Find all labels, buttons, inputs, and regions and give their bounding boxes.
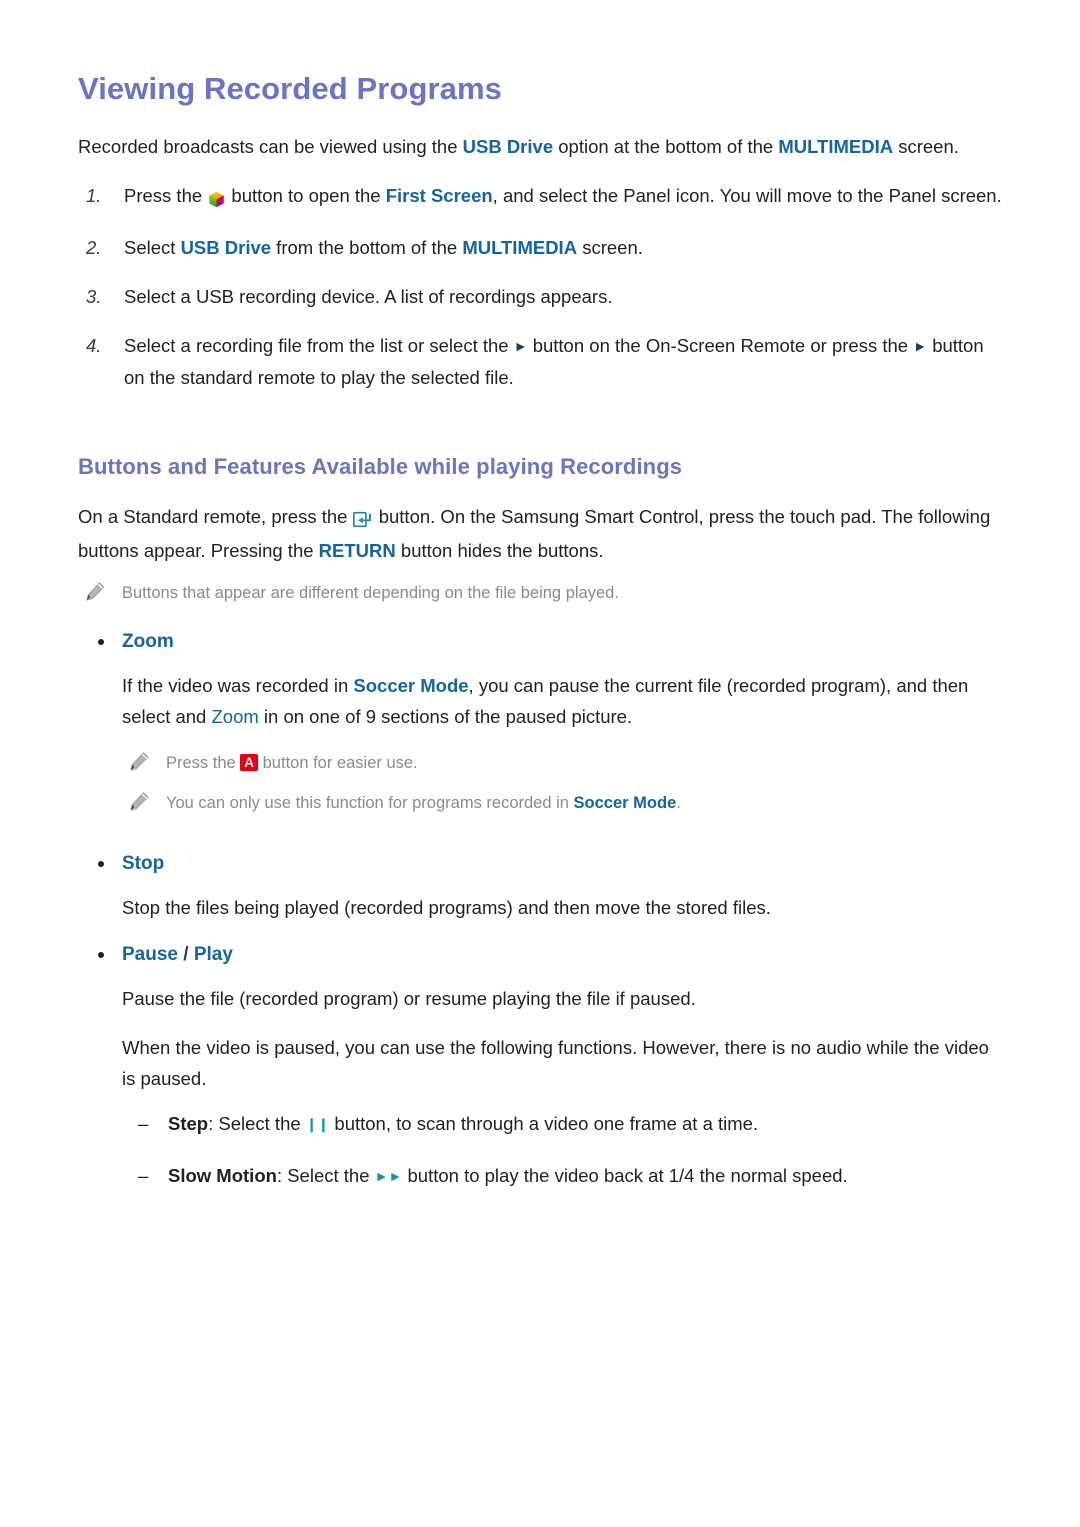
note-a-part2: button for easier use.: [258, 754, 418, 773]
section-intro-paragraph: On a Standard remote, press the button. …: [78, 501, 1002, 566]
step-number: 1.: [86, 184, 102, 206]
bullet-dot-icon: [98, 861, 104, 868]
bullet-dot-icon: [98, 952, 104, 959]
term-usb-drive: USB Drive: [462, 135, 554, 157]
intro-text-part1: Recorded broadcasts can be viewed using …: [78, 135, 463, 157]
step2-text-b: from the bottom of the: [271, 236, 463, 258]
feature-stop-paragraph: Stop the files being played (recorded pr…: [122, 897, 771, 919]
enter-key-icon: [352, 504, 374, 535]
subitem-step-text-a: : Select the: [208, 1113, 306, 1135]
term-multimedia: MULTIMEDIA: [462, 236, 578, 258]
label-pause: Pause: [122, 944, 178, 966]
subitem-step: – Step: Select the ❙❙ button, to scan th…: [122, 1108, 1002, 1140]
feature-stop-body: Stop the files being played (recorded pr…: [122, 892, 1002, 923]
feature-zoom-body: If the video was recorded in Soccer Mode…: [122, 670, 1002, 816]
document-page: Viewing Recorded Programs Recorded broad…: [0, 0, 1080, 1527]
smart-hub-icon: [207, 183, 226, 214]
feature-pause-play: Pause / Play: [78, 941, 1002, 969]
note-buttons-differ: Buttons that appear are different depend…: [78, 580, 1002, 606]
page-title: Viewing Recorded Programs: [78, 71, 502, 106]
section-intro-part1: On a Standard remote, press the: [78, 506, 353, 528]
note-text: You can only use this function for progr…: [166, 794, 681, 812]
subitem-sm-text-a: : Select the: [276, 1165, 375, 1187]
zoom-part3: in on one of 9 sections of the paused pi…: [258, 706, 633, 728]
subitem-label-step: Step: [168, 1113, 209, 1135]
step-content: Select a USB recording device. A list of…: [124, 285, 613, 307]
step-content: Select USB Drive from the bottom of the …: [124, 232, 1002, 263]
term-soccer-mode: Soccer Mode: [573, 794, 677, 813]
step-number: 4.: [86, 334, 102, 356]
step2-text-a: Select: [124, 236, 181, 258]
note-sm-part2: .: [676, 794, 681, 813]
step-number: 2.: [86, 236, 102, 258]
pause-play-paragraph-2: When the video is paused, you can use th…: [122, 1037, 989, 1090]
pencil-icon: [128, 751, 150, 773]
term-first-screen: First Screen: [385, 184, 493, 206]
feature-zoom: Zoom: [78, 628, 1002, 656]
feature-label-pause-play: Pause / Play: [122, 944, 233, 965]
pause-icon: ❙❙: [305, 1116, 330, 1133]
step1-text-b: button to open the: [226, 184, 386, 206]
subitem-slow-motion: – Slow Motion: Select the ►► button to p…: [122, 1160, 1002, 1192]
pencil-icon: [84, 581, 106, 603]
features-list: Zoom If the video was recorded in Soccer…: [78, 628, 1002, 1192]
steps-list: 1. Press the button to open the First Sc…: [78, 180, 1002, 393]
section-intro-part3: button hides the buttons.: [395, 540, 604, 562]
play-icon: ►: [913, 337, 928, 354]
key-a-badge: A: [240, 754, 259, 772]
pause-play-subitems: – Step: Select the ❙❙ button, to scan th…: [122, 1108, 1002, 1192]
feature-label-stop: Stop: [122, 853, 165, 875]
step1-text-a: Press the: [124, 184, 208, 206]
intro-text-part2: option at the bottom of the: [553, 135, 779, 157]
fast-forward-icon: ►►: [374, 1168, 403, 1185]
intro-paragraph: Recorded broadcasts can be viewed using …: [78, 131, 1002, 162]
pause-play-paragraph-1: Pause the file (recorded program) or res…: [122, 988, 696, 1010]
dash-marker: –: [138, 1165, 149, 1187]
note-press-a: Press the A button for easier use.: [122, 750, 1002, 776]
feature-zoom-paragraph: If the video was recorded in Soccer Mode…: [122, 670, 1002, 732]
step-number: 3.: [86, 285, 102, 307]
term-zoom: Zoom: [211, 706, 259, 728]
step1-text-c: , and select the Panel icon. You will mo…: [492, 184, 1002, 206]
step-item-4: 4. Select a recording file from the list…: [78, 330, 1002, 393]
dash-marker: –: [138, 1113, 149, 1135]
step2-text-c: screen.: [577, 236, 643, 258]
pencil-icon: [128, 791, 150, 813]
feature-stop: Stop: [78, 850, 1002, 878]
subitem-sm-text-b: button to play the video back at 1/4 the…: [402, 1165, 848, 1187]
step4-text-a: Select a recording file from the list or…: [124, 334, 514, 356]
zoom-part1: If the video was recorded in: [122, 675, 354, 697]
term-multimedia: MULTIMEDIA: [778, 135, 894, 157]
label-play: Play: [193, 944, 233, 966]
note-text: Press the A button for easier use.: [166, 754, 418, 772]
step-content: Select a recording file from the list or…: [124, 330, 1002, 393]
step-item-3: 3. Select a USB recording device. A list…: [78, 281, 1002, 312]
step-content: Press the button to open the First Scree…: [124, 180, 1002, 214]
term-soccer-mode: Soccer Mode: [353, 675, 469, 697]
step-item-2: 2. Select USB Drive from the bottom of t…: [78, 232, 1002, 263]
subitem-label-slow-motion: Slow Motion: [168, 1165, 277, 1187]
note-a-part1: Press the: [166, 754, 241, 773]
intro-text-part3: screen.: [893, 135, 959, 157]
note-text: Buttons that appear are different depend…: [122, 584, 619, 603]
feature-pause-play-body: Pause the file (recorded program) or res…: [122, 983, 1002, 1192]
section-title: Buttons and Features Available while pla…: [78, 453, 683, 479]
subitem-step-text-b: button, to scan through a video one fram…: [329, 1113, 759, 1135]
step4-text-b: button on the On-Screen Remote or press …: [527, 334, 914, 356]
term-return: RETURN: [318, 540, 396, 562]
bullet-dot-icon: [98, 639, 104, 646]
label-separator: /: [177, 944, 194, 966]
play-icon: ►: [513, 337, 528, 354]
note-soccer-mode-only: You can only use this function for progr…: [122, 790, 1002, 816]
term-usb-drive: USB Drive: [180, 236, 272, 258]
note-sm-part1: You can only use this function for progr…: [166, 794, 574, 813]
step-item-1: 1. Press the button to open the First Sc…: [78, 180, 1002, 214]
feature-label-zoom: Zoom: [122, 631, 174, 653]
